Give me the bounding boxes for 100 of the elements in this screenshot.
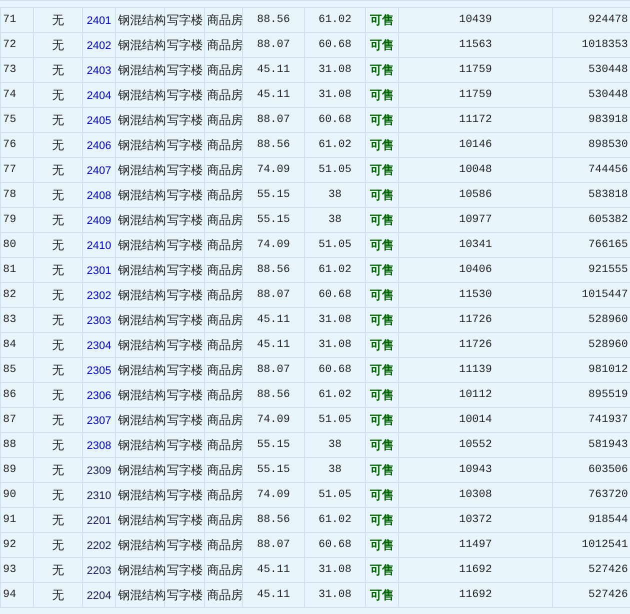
structure-text: 钢混结构: [118, 486, 166, 504]
table-cell-text: 无: [52, 536, 64, 554]
area-value: 55.15: [256, 439, 290, 451]
unit-price-value: 10308: [458, 489, 492, 501]
area-value: 45.11: [256, 564, 290, 576]
area-value: 31.08: [318, 89, 352, 101]
structure-text: 钢混结构: [118, 562, 166, 578]
unit-price-value: 10943: [458, 464, 492, 476]
table-cell-text: 无: [52, 512, 64, 528]
unit-price-value: 11726: [458, 314, 492, 326]
table-cell-text: 无: [52, 586, 64, 604]
property-type-text: 商品房: [207, 362, 243, 378]
table-cell-text: 无: [52, 486, 64, 504]
total-price-value: 530448: [588, 89, 628, 101]
row-number: 75: [3, 114, 16, 126]
property-type-text: 商品房: [207, 412, 243, 428]
area-value: 38: [328, 189, 342, 201]
row-number: 89: [3, 464, 16, 476]
unit-price-value: 11139: [458, 364, 492, 376]
usage-text: 写字楼: [167, 412, 203, 428]
area-value: 31.08: [318, 339, 352, 351]
unit-price-value: 11692: [458, 589, 492, 601]
row-number: 90: [3, 489, 16, 501]
structure-text: 钢混结构: [118, 262, 166, 278]
area-value: 74.09: [256, 414, 290, 426]
status-text: 可售: [370, 262, 394, 278]
unit-price-value: 11759: [458, 64, 492, 76]
table-cell-text: 无: [52, 362, 64, 378]
unit-price-value: 11759: [458, 89, 492, 101]
structure-text: 钢混结构: [118, 236, 166, 254]
usage-text: 写字楼: [167, 336, 203, 354]
property-type-text: 商品房: [207, 436, 243, 454]
unit-price-value: 11497: [458, 539, 492, 551]
status-text: 可售: [370, 36, 394, 54]
total-price-value: 530448: [588, 64, 628, 76]
table-cell-text: 无: [52, 286, 64, 304]
structure-text: 钢混结构: [118, 112, 166, 128]
structure-text: 钢混结构: [118, 336, 166, 354]
unit-price-value: 10586: [458, 189, 492, 201]
table-cell-text: 无: [52, 186, 64, 204]
status-text: 可售: [370, 336, 394, 354]
row-number: 86: [3, 389, 16, 401]
unit-price-value: 10406: [458, 264, 492, 276]
structure-text: 钢混结构: [118, 162, 166, 178]
total-price-value: 763720: [588, 489, 628, 501]
total-price-value: 605382: [588, 214, 628, 226]
property-type-text: 商品房: [207, 262, 243, 278]
usage-text: 写字楼: [167, 36, 203, 54]
table-cell-text: 无: [52, 262, 64, 278]
structure-text: 钢混结构: [118, 536, 166, 554]
structure-text: 钢混结构: [118, 286, 166, 304]
area-value: 38: [328, 214, 342, 226]
area-value: 31.08: [318, 64, 352, 76]
area-value: 45.11: [256, 314, 290, 326]
total-price-value: 528960: [588, 339, 628, 351]
table-cell-text: 无: [52, 312, 64, 328]
total-price-value: 581943: [588, 439, 628, 451]
area-value: 88.56: [256, 139, 290, 151]
property-type-text: 商品房: [207, 136, 243, 154]
area-value: 61.02: [318, 139, 352, 151]
unit-price-value: 10439: [458, 14, 492, 26]
property-type-text: 商品房: [207, 536, 243, 554]
status-text: 可售: [370, 286, 394, 304]
area-value: 88.07: [256, 39, 290, 51]
structure-text: 钢混结构: [118, 436, 166, 454]
property-type-text: 商品房: [207, 336, 243, 354]
row-number: 74: [3, 89, 16, 101]
unit-price-value: 11726: [458, 339, 492, 351]
area-value: 38: [328, 439, 342, 451]
area-value: 45.11: [256, 89, 290, 101]
row-number: 93: [3, 564, 16, 576]
table-cell-text: 无: [52, 136, 64, 154]
usage-text: 写字楼: [167, 186, 203, 204]
usage-text: 写字楼: [167, 262, 203, 278]
area-value: 45.11: [256, 64, 290, 76]
structure-text: 钢混结构: [118, 136, 166, 154]
area-value: 88.56: [256, 264, 290, 276]
status-text: 可售: [370, 212, 394, 228]
property-type-text: 商品房: [207, 386, 243, 404]
area-value: 45.11: [256, 339, 290, 351]
status-text: 可售: [370, 312, 394, 328]
table-cell-text: 无: [52, 36, 64, 54]
usage-text: 写字楼: [167, 486, 203, 504]
area-value: 88.56: [256, 389, 290, 401]
total-price-value: 981012: [588, 364, 628, 376]
row-number: 73: [3, 64, 16, 76]
usage-text: 写字楼: [167, 136, 203, 154]
row-number: 83: [3, 314, 16, 326]
total-price-value: 918544: [588, 514, 628, 526]
total-price-value: 983918: [588, 114, 628, 126]
property-type-text: 商品房: [207, 186, 243, 204]
structure-text: 钢混结构: [118, 12, 166, 28]
structure-text: 钢混结构: [118, 312, 166, 328]
row-number: 87: [3, 414, 16, 426]
total-price-value: 1012541: [582, 539, 628, 551]
property-type-text: 商品房: [207, 512, 243, 528]
status-text: 可售: [370, 462, 394, 478]
area-value: 51.05: [318, 414, 352, 426]
row-number: 84: [3, 339, 16, 351]
status-text: 可售: [370, 436, 394, 454]
